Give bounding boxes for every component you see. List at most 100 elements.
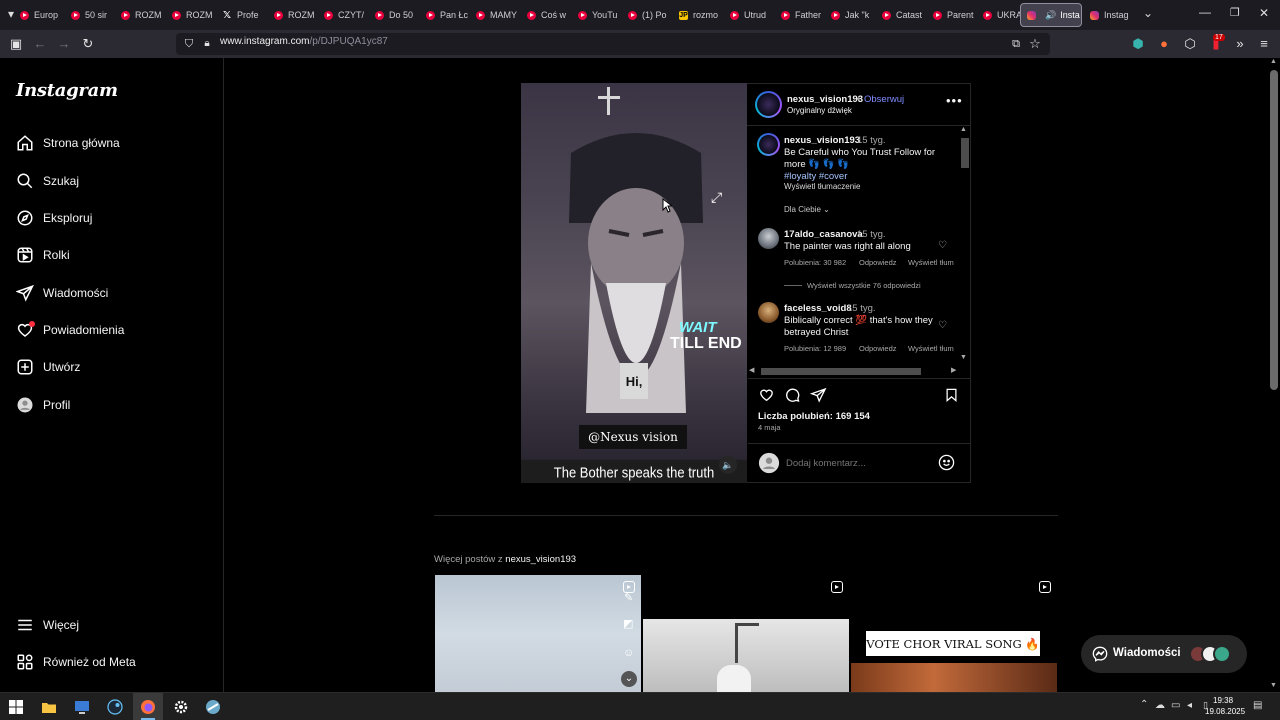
scroll-up-icon[interactable]: ▲ [1270, 58, 1277, 65]
browser-tab[interactable]: CZYT/ [324, 4, 370, 26]
browser-tab[interactable]: MAMY [476, 4, 522, 26]
tab-instagram[interactable]: Instag [1090, 4, 1138, 26]
caption-hashtags[interactable]: #loyalty #cover [784, 171, 847, 182]
browser-tab[interactable]: ROZM [274, 4, 320, 26]
scroll-right-icon[interactable]: ▶ [951, 366, 956, 374]
sidebar-toggle-icon[interactable]: ▣ [9, 37, 23, 51]
onedrive-cloud-icon[interactable]: ☁ [1155, 700, 1165, 711]
clock-date[interactable]: 19.08.2025 [1205, 707, 1245, 716]
comment-reply-button[interactable]: Odpowiedz [859, 344, 897, 353]
sidebar-item-search[interactable]: Szukaj [16, 170, 79, 192]
file-explorer-icon[interactable] [41, 699, 57, 715]
scroll-down-icon[interactable]: ▼ [960, 354, 967, 361]
like-heart-icon[interactable] [758, 387, 775, 403]
settings-gear-icon[interactable] [173, 699, 189, 715]
extension-fox-icon[interactable]: ● [1157, 37, 1171, 51]
browser-tab[interactable]: (1) Po [628, 4, 674, 26]
audio-label[interactable]: Oryginalny dźwięk [787, 106, 852, 115]
comment-like-heart-icon[interactable]: ♡ [937, 320, 948, 331]
browser-tab[interactable]: Pan Łc [426, 4, 472, 26]
caption-username[interactable]: nexus_vision193 [784, 135, 860, 146]
comments-vertical-scrollbar[interactable]: ▲ ▼ [959, 126, 969, 364]
sort-dropdown[interactable]: Dla Ciebie ⌄ [784, 205, 830, 214]
scroll-left-icon[interactable]: ◀ [749, 366, 754, 374]
comment-input[interactable] [786, 456, 926, 470]
comment-reply-button[interactable]: Odpowiedz [859, 258, 897, 267]
reload-icon[interactable]: ↻ [81, 37, 95, 51]
sidebar-item-create[interactable]: Utwórz [16, 356, 80, 378]
browser-tab[interactable]: Parent [933, 4, 979, 26]
browser-tab[interactable]: Catast [882, 4, 928, 26]
window-close-icon[interactable]: ✕ [1259, 6, 1269, 20]
comment-translate[interactable]: Wyświetl tłum [908, 344, 954, 353]
shield-icon[interactable]: ⛉ [182, 37, 196, 51]
firefox-taskbar-active[interactable] [133, 693, 163, 720]
view-replies-button[interactable]: Wyświetl wszystkie 76 odpowiedzi [807, 281, 921, 290]
scrollbar-thumb[interactable] [961, 138, 969, 168]
extensions-icon[interactable]: ⬡ [1183, 37, 1197, 51]
instagram-logo[interactable]: Instagram [16, 80, 118, 101]
app-icon[interactable] [205, 699, 221, 715]
scroll-down-icon[interactable]: ▼ [1270, 682, 1277, 689]
browser-tab[interactable]: Jak "k [831, 4, 877, 26]
related-post-thumbnail[interactable] [643, 575, 849, 693]
scrollbar-thumb[interactable] [761, 368, 921, 375]
browser-tab[interactable]: 𝕏 Profe [223, 4, 269, 26]
browser-tab[interactable]: YouTu [578, 4, 624, 26]
comment-icon[interactable] [784, 387, 801, 403]
forward-icon[interactable]: → [57, 37, 71, 51]
speaker-icon[interactable]: 🔊 [1045, 10, 1056, 21]
share-icon[interactable] [810, 387, 827, 403]
comments-horizontal-scrollbar[interactable]: ◀ ▶ [749, 366, 961, 376]
remote-desktop-icon[interactable] [74, 699, 90, 715]
caption-avatar[interactable] [757, 133, 780, 156]
browser-tab[interactable]: 50 sir [71, 4, 117, 26]
browser-tab[interactable]: ROZM [172, 4, 218, 26]
scroll-up-icon[interactable]: ▲ [960, 126, 967, 133]
sidebar-item-more[interactable]: Więcej [16, 614, 79, 636]
post-video[interactable]: ⤢ WAIT TILL END Hi, @Nexus vision The Bo… [521, 83, 747, 483]
author-avatar[interactable] [755, 91, 782, 118]
more-options-icon[interactable]: ••• [946, 93, 963, 108]
caption-translate[interactable]: Wyświetl tłumaczenie [784, 182, 860, 191]
network-icon[interactable]: ▭ [1171, 700, 1180, 711]
related-post-thumbnail[interactable]: ✎ ◩ ☺ ⌄ [435, 575, 641, 693]
browser-tab[interactable]: Europ [20, 4, 66, 26]
back-icon[interactable]: ← [33, 37, 47, 51]
hamburger-menu-icon[interactable]: ≡ [1257, 37, 1271, 51]
sidebar-item-reels[interactable]: Rolki [16, 244, 70, 266]
sidebar-item-notifications[interactable]: Powiadomienia [16, 319, 124, 341]
expand-icon[interactable]: ⤢ [711, 189, 731, 207]
likes-count[interactable]: Liczba polubień: 169 154 [758, 411, 870, 422]
picture-in-picture-icon[interactable]: ⧉ [1009, 37, 1023, 51]
scrollbar-thumb[interactable] [1270, 70, 1278, 390]
save-bookmark-icon[interactable] [944, 387, 959, 403]
comment-avatar[interactable] [758, 302, 779, 323]
comment-username[interactable]: faceless_void8 [784, 303, 852, 314]
more-posts-author[interactable]: nexus_vision193 [505, 554, 576, 565]
comment-username[interactable]: 17aldo_casanova [784, 229, 863, 240]
browser-tab[interactable]: Father [781, 4, 827, 26]
lock-icon[interactable]: 🔒︎ [200, 37, 214, 51]
chevron-down-icon[interactable]: ⌄ [1143, 6, 1153, 20]
comment-translate[interactable]: Wyświetl tłum [908, 258, 954, 267]
sidebar-item-profile[interactable]: Profil [16, 394, 70, 416]
follow-button[interactable]: Obserwuj [864, 94, 904, 105]
browser-tab[interactable]: ROZM [121, 4, 167, 26]
url-text[interactable]: www.instagram.com/p/DJPUQA1yc87 [220, 36, 388, 47]
sidebar-item-messages[interactable]: Wiadomości [16, 282, 108, 304]
clock-time[interactable]: 19:38 [1213, 696, 1233, 705]
overflow-chevrons-icon[interactable]: » [1233, 37, 1247, 51]
notification-center-icon[interactable]: ▤ [1253, 700, 1262, 711]
volume-icon[interactable]: 🔈 [719, 456, 737, 474]
volume-tray-icon[interactable]: ◂ [1187, 700, 1192, 711]
author-username[interactable]: nexus_vision193 [787, 94, 863, 105]
minimize-icon[interactable]: — [1199, 5, 1211, 19]
sidebar-item-also-from-meta[interactable]: Również od Meta [16, 651, 136, 673]
browser-tab[interactable]: JP rozmo [679, 4, 725, 26]
tab-active[interactable]: 🔊 Insta ✕ [1020, 3, 1082, 27]
browser-tab[interactable]: Utrud [730, 4, 776, 26]
browser-tab[interactable]: Do 50 [375, 4, 421, 26]
messages-pill[interactable]: Wiadomości [1081, 635, 1247, 673]
browser-tab[interactable]: Coś w [527, 4, 573, 26]
